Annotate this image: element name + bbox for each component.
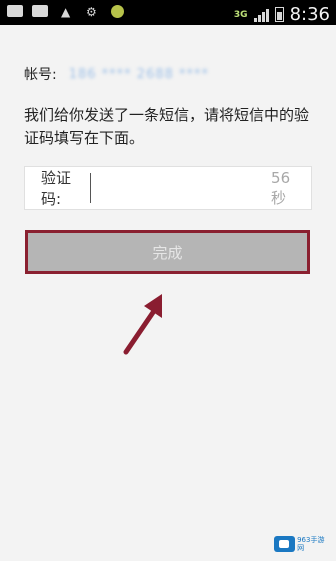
network-type: 3G: [233, 9, 248, 20]
done-button[interactable]: 完成: [25, 230, 310, 274]
battery-icon: [274, 7, 284, 22]
watermark-text: 963手游网: [297, 536, 325, 552]
android-icon: ▲: [61, 5, 71, 19]
signal-icon: [253, 8, 269, 22]
watermark: 963手游网: [274, 531, 330, 557]
account-row: 帐号: 186 **** 2688 ****: [24, 64, 209, 84]
pointer-arrow-icon: [123, 294, 162, 355]
status-bar: ▲ ⚙ 3G 8:36: [0, 0, 336, 25]
notification-icon: [111, 5, 124, 18]
account-value: 186 **** 2688 ****: [68, 66, 210, 82]
download-icon: [7, 5, 23, 17]
sms-instruction-text: 我们给你发送了一条短信，请将短信中的验证码填写在下面。: [24, 106, 310, 147]
clock: 8:36: [289, 4, 330, 25]
verification-code-input[interactable]: [90, 173, 272, 203]
resend-countdown: 56秒: [271, 168, 291, 207]
watermark-logo-icon: [274, 536, 296, 552]
verification-code-label: 验证码:: [41, 169, 72, 208]
account-label: 帐号:: [24, 67, 57, 83]
usb-icon: [32, 5, 48, 17]
sync-icon: ⚙: [86, 5, 97, 19]
verification-code-field[interactable]: 验证码: 56秒: [24, 166, 312, 210]
